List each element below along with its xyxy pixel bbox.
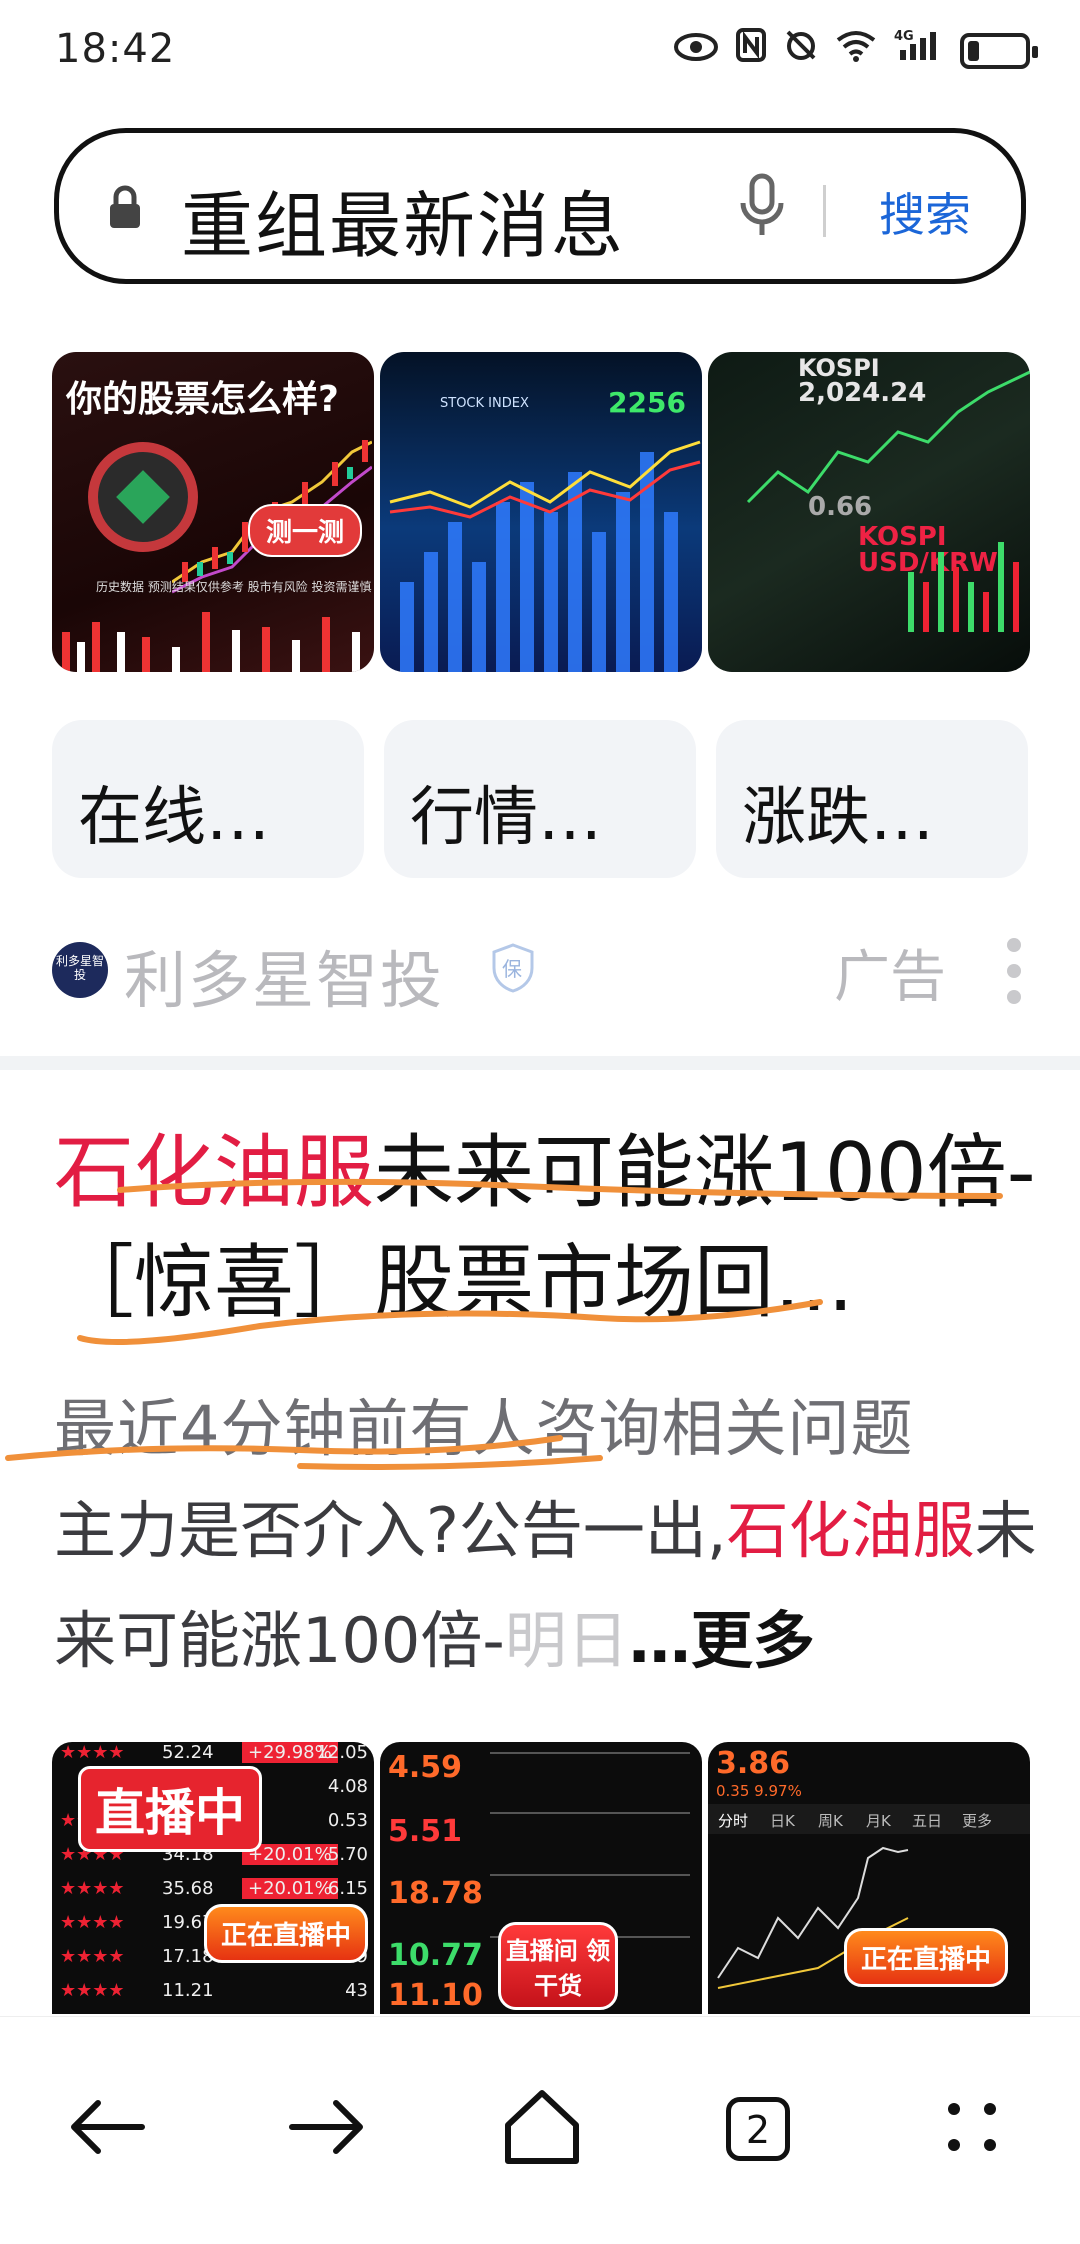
result-title[interactable]: 石化油服未来可能涨100倍-［惊喜］股票市场回… xyxy=(54,1118,1044,1338)
tab-monthly-k[interactable]: 月K xyxy=(866,1810,891,1831)
chip-label: 在线… xyxy=(78,781,270,855)
chart-tabs[interactable]: 分时 日K 周K 月K 五日 更多 xyxy=(708,1804,1030,1834)
intraday-chart-image[interactable]: 3.86 0.35 9.97% 分时 日K 周K 月K 五日 更多 正在直播中 xyxy=(708,1742,1030,2014)
advertiser-name[interactable]: 利多星智投 xyxy=(124,930,444,1020)
index-bar-chart xyxy=(389,440,701,672)
snippet-highlight: 石化油服 xyxy=(726,1494,975,1567)
wifi-icon xyxy=(836,29,876,73)
live-sticker: 正在直播中 xyxy=(204,1904,368,1963)
kospi-chart xyxy=(746,370,1030,632)
quote-price: 18.78 xyxy=(388,1876,483,1911)
quote-list-image[interactable]: 4.59 5.51 18.78 10.77 11.10 直播间 领干货 xyxy=(380,1742,702,2014)
chip-rise-fall[interactable]: 涨跌… xyxy=(716,720,1028,878)
quote-price: 4.59 xyxy=(388,1750,463,1785)
quote-right: 0.53 xyxy=(327,1810,368,1831)
quote-price: 11.10 xyxy=(388,1978,483,2013)
quote-price: 52.24 xyxy=(162,1742,214,1763)
section-separator xyxy=(0,1056,1080,1070)
chip-online[interactable]: 在线… xyxy=(52,720,364,878)
forward-arrow-icon[interactable] xyxy=(276,2077,376,2177)
battery-icon xyxy=(960,32,1038,69)
quote-price: 5.51 xyxy=(388,1814,463,1849)
quote-change: +20.01% xyxy=(242,1878,338,1899)
live-sticker: 正在直播中 xyxy=(844,1928,1008,1987)
intraday-line xyxy=(717,1846,909,1989)
search-input[interactable]: 重组最新消息 xyxy=(181,167,625,272)
advertiser-logo[interactable]: 利多星智投 xyxy=(52,942,108,998)
quote-change: 0.35 9.97% xyxy=(716,1782,802,1800)
status-icons: 4G xyxy=(674,28,1038,73)
search-bar[interactable]: 重组最新消息 搜索 xyxy=(54,128,1026,284)
chip-label: 涨跌… xyxy=(742,781,934,855)
more-link[interactable]: …更多 xyxy=(629,1604,815,1677)
quote-right: 4.08 xyxy=(327,1776,368,1797)
result-meta: 最近4分钟前有人咨询相关问题 xyxy=(54,1392,914,1465)
tab-count: 2 xyxy=(726,2097,790,2161)
more-options-icon[interactable] xyxy=(1004,938,1024,1004)
quote-right: 43 xyxy=(345,1980,368,2001)
quote-price: 35.68 xyxy=(162,1878,214,1899)
lock-icon xyxy=(110,185,140,228)
search-divider xyxy=(823,185,826,237)
live-quote-image[interactable]: ★★★★52.24+29.98%12.05 4.08 ★★★★0.53 ★★★★… xyxy=(52,1742,374,2014)
volume-bars xyxy=(62,612,360,672)
status-bar: 18:42 4G xyxy=(0,0,1080,100)
search-button[interactable]: 搜索 xyxy=(879,179,971,245)
tab-more[interactable]: 更多 xyxy=(962,1810,992,1831)
home-icon[interactable] xyxy=(492,2077,592,2177)
status-time: 18:42 xyxy=(55,26,176,72)
result-snippet[interactable]: 主力是否介入?公告一出,石化油服未来可能涨100倍-明日…更多 xyxy=(54,1476,1044,1696)
live-room-sticker: 直播间 领干货 xyxy=(498,1922,618,2010)
quote-price: 3.86 xyxy=(716,1746,791,1781)
quote-price: 10.77 xyxy=(388,1938,483,1973)
chip-label: 行情… xyxy=(410,781,602,855)
quote-right: 6.15 xyxy=(327,1878,368,1899)
quote-right: 12.05 xyxy=(316,1742,368,1763)
index-label: STOCK INDEX xyxy=(440,396,529,411)
eye-icon xyxy=(674,29,718,73)
chip-market[interactable]: 行情… xyxy=(384,720,696,878)
live-badge: 直播中 xyxy=(78,1766,262,1852)
back-arrow-icon[interactable] xyxy=(58,2077,158,2177)
snippet-text: 主力是否介入?公告一出, xyxy=(54,1494,727,1567)
kospi-image[interactable]: KOSPI 2,024.24 0.66 KOSPI USD/KRW xyxy=(708,352,1030,672)
tabs-icon[interactable]: 2 xyxy=(706,2077,806,2177)
shield-icon: 保 xyxy=(492,943,534,993)
title-highlight: 石化油服 xyxy=(54,1126,374,1219)
signal-4g-icon: 4G xyxy=(894,28,942,73)
tab-daily-k[interactable]: 日K xyxy=(770,1810,795,1831)
alarm-off-icon xyxy=(784,28,818,73)
bottom-navigation: 2 xyxy=(0,2016,1080,2244)
tab-five-day[interactable]: 五日 xyxy=(912,1810,942,1831)
tab-weekly-k[interactable]: 周K xyxy=(818,1810,843,1831)
svg-text:保: 保 xyxy=(502,957,522,981)
svg-text:4G: 4G xyxy=(894,29,914,44)
ad-label: 广告 xyxy=(834,945,946,1010)
microphone-icon[interactable] xyxy=(739,173,785,239)
menu-icon[interactable] xyxy=(922,2077,1022,2177)
promo-disclaimer: 历史数据 预测结果仅供参考 股市有风险 投资需谨慎 Zx0100 xyxy=(96,580,374,594)
quote-right: 5.70 xyxy=(327,1844,368,1865)
snippet-faded: 明日 xyxy=(504,1604,629,1677)
stock-promo-image[interactable]: 你的股票怎么样? 测一测 历史数据 预测结果仅供参考 股市有风险 投资需谨慎 Z… xyxy=(52,352,374,672)
promo-test-button[interactable]: 测一测 xyxy=(248,504,363,557)
quote-price: 11.21 xyxy=(162,1980,214,2001)
stock-index-image[interactable]: STOCK INDEX 2256 xyxy=(380,352,702,672)
nfc-icon xyxy=(736,28,766,73)
tab-intraday[interactable]: 分时 xyxy=(718,1810,748,1831)
